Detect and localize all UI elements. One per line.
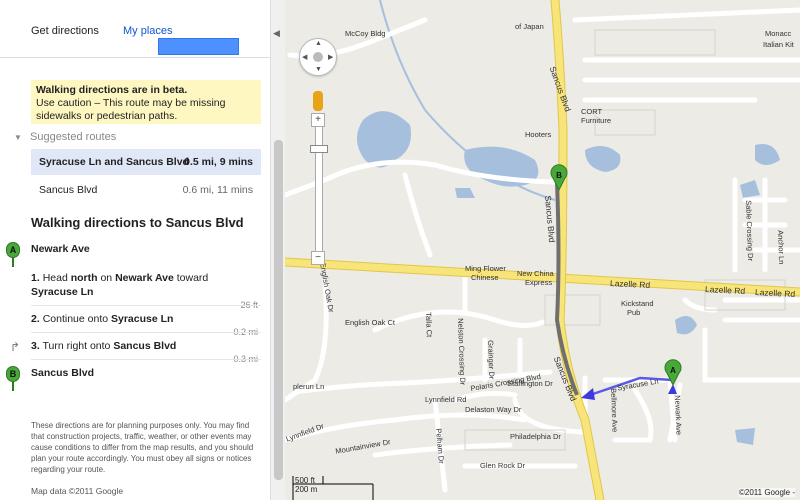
tab-get-directions[interactable]: Get directions: [31, 25, 99, 37]
route-option-1[interactable]: Syracuse Ln and Sancus Blvd 0.5 mi, 9 mi…: [31, 149, 261, 175]
directions-heading: Walking directions to Sancus Blvd: [31, 215, 244, 230]
step-1[interactable]: 1. Head north on Newark Ave toward Syracu…: [31, 271, 231, 299]
hand-icon[interactable]: [313, 52, 323, 62]
map-canvas: B A: [285, 0, 800, 500]
pan-down-icon[interactable]: ▼: [315, 66, 322, 73]
road-label: Glen Rock Dr: [480, 461, 526, 470]
minor-roads: [285, 7, 800, 493]
road-label: Talla Ct: [424, 312, 434, 338]
tab-my-places[interactable]: My places: [123, 25, 173, 37]
road-label: Bellmore Ave: [609, 388, 620, 433]
place-label: Pub: [627, 308, 641, 317]
step-3[interactable]: 3. Turn right onto Sancus Blvd: [31, 339, 176, 353]
place-label: Furniture: [581, 116, 612, 125]
step-2[interactable]: 2. Continue onto Syracuse Ln: [31, 312, 173, 326]
road-label: Newark Ave: [673, 395, 684, 436]
place-label: Italian Kit: [763, 40, 794, 49]
scrollbar-thumb[interactable]: [274, 140, 283, 480]
road-label: Lazelle Rd: [609, 277, 651, 291]
zoom-slider-thumb[interactable]: [310, 145, 328, 153]
suggested-routes-label: Suggested routes: [30, 131, 117, 143]
road-label: English Oak Ct: [345, 318, 396, 327]
triangle-down-icon: ▼: [14, 133, 22, 142]
pan-left-icon[interactable]: ◀: [302, 53, 307, 61]
route-name: Syracuse Ln and Sancus Blvd: [39, 156, 189, 168]
panel-tabs: Get directions My places: [0, 0, 270, 58]
pan-control[interactable]: ▲ ▼ ◀ ▶: [299, 38, 337, 76]
place-label: Hooters: [525, 130, 552, 139]
road-label: Lazelle Rd: [754, 286, 796, 300]
scale-feet: 500 ft: [295, 476, 316, 485]
svg-text:A: A: [670, 366, 676, 375]
marker-a-icon[interactable]: A: [6, 242, 20, 267]
pan-right-icon[interactable]: ▶: [328, 53, 333, 61]
route-summary: 0.5 mi, 9 mins: [184, 156, 253, 168]
place-label: Kickstand: [621, 299, 654, 308]
beta-warning: Walking directions are in beta. Use caut…: [31, 80, 261, 124]
place-label: Chinese: [471, 273, 499, 282]
disclaimer-text: These directions are for planning purpos…: [31, 421, 254, 474]
road-label: Staffington Dr: [507, 379, 553, 388]
map-copyright: ©2011 Google -: [739, 488, 796, 497]
start-location[interactable]: Newark Ave: [31, 242, 90, 256]
get-directions-button[interactable]: [158, 38, 239, 55]
road-label: plerun Ln: [293, 382, 325, 391]
scale-meters: 200 m: [295, 485, 318, 494]
place-label: New China: [517, 269, 554, 278]
zoom-in-button[interactable]: +: [311, 113, 325, 127]
map-view[interactable]: B A McCoy Bldg of Japan Hooters CORT Fur…: [285, 0, 800, 500]
zoom-slider-track[interactable]: [315, 120, 323, 260]
place-label: of Japan: [515, 22, 544, 31]
directions-panel: Get directions My places Walking directi…: [0, 0, 270, 500]
divider: [31, 305, 261, 306]
road-label: Delaston Way Dr: [465, 405, 522, 414]
road-label: Grainger Dr: [486, 340, 497, 380]
route-name: Sancus Blvd: [39, 184, 98, 196]
warning-body: Use caution – This route may be missing …: [36, 97, 226, 122]
suggested-routes-toggle[interactable]: ▼ Suggested routes: [14, 131, 116, 143]
map-scale: 500 ft 200 m: [295, 476, 317, 494]
panel-scrollbar[interactable]: [270, 0, 285, 500]
collapse-panel-icon[interactable]: ◀: [273, 28, 280, 39]
place-label: Ming Flower: [465, 264, 506, 273]
place-label: CORT: [581, 107, 603, 116]
place-label: Monacc: [765, 29, 792, 38]
road-label: Anchor Ln: [776, 230, 787, 265]
road-label: Lazelle Rd: [704, 283, 746, 297]
zoom-out-button[interactable]: −: [311, 251, 325, 265]
turn-right-icon: ↱: [10, 340, 21, 354]
route-option-2[interactable]: Sancus Blvd 0.6 mi, 11 mins: [31, 177, 261, 203]
route-summary: 0.6 mi, 11 mins: [182, 184, 253, 196]
street-view-pegman-icon[interactable]: [313, 91, 323, 111]
road-label: Philadelphia Dr: [510, 432, 561, 441]
warning-title: Walking directions are in beta.: [36, 84, 188, 96]
end-location[interactable]: Sancus Blvd: [31, 366, 94, 380]
divider: [31, 359, 261, 360]
map-data-credit: Map data ©2011 Google: [31, 486, 124, 496]
place-label: McCoy Bldg: [345, 29, 386, 38]
svg-text:B: B: [556, 171, 562, 180]
divider: [31, 332, 261, 333]
road-label: Lynnfield Rd: [425, 395, 467, 404]
marker-b-icon[interactable]: B: [6, 366, 20, 391]
pan-up-icon[interactable]: ▲: [315, 40, 322, 47]
place-label: Express: [525, 278, 553, 287]
